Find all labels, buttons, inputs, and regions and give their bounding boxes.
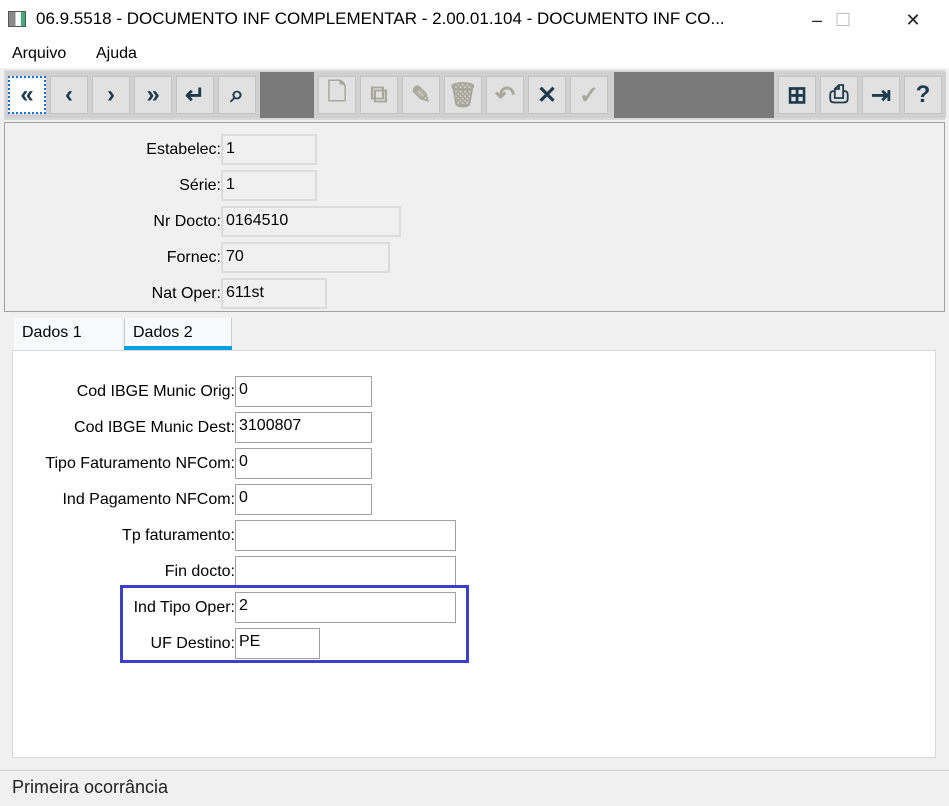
header-field-2: 0164510 xyxy=(221,206,401,237)
delete-button[interactable]: 🗑 xyxy=(444,76,482,114)
goto-button[interactable]: ↵ xyxy=(176,76,214,114)
delete-icon: 🗑 xyxy=(447,81,479,109)
field-label: Tp faturamento: xyxy=(122,527,235,544)
field-label: Nat Oper: xyxy=(151,285,221,302)
copy-button[interactable]: ⧉ xyxy=(360,76,398,114)
tab-panel-dados-2 xyxy=(12,350,936,758)
help-button[interactable]: ? xyxy=(904,76,942,114)
new-document-button[interactable]: 🗋 xyxy=(318,76,356,114)
next-button[interactable]: › xyxy=(92,76,130,114)
exit-button[interactable]: ⇥ xyxy=(862,76,900,114)
header-field-4: 611st xyxy=(221,278,327,309)
app-icon xyxy=(8,11,26,27)
header-field-1: 1 xyxy=(221,170,317,201)
undo-icon: ↶ xyxy=(494,81,516,109)
dados2-input-2[interactable]: 0 xyxy=(235,448,372,479)
new-document-icon: 🗋 xyxy=(327,78,347,106)
status-text: Primeira ocorrância xyxy=(12,777,169,797)
last-record-icon: » xyxy=(146,81,160,108)
previous-button[interactable]: ‹ xyxy=(50,76,88,114)
help-icon: ? xyxy=(915,81,931,108)
maximize-button[interactable]: ☐ xyxy=(820,0,866,40)
highlight-box xyxy=(120,585,469,663)
search-icon: ⌕ xyxy=(230,81,244,108)
print-icon: ⎙ xyxy=(829,81,849,108)
edit-icon: ✎ xyxy=(410,81,432,109)
window-title: 06.9.5518 - DOCUMENTO INF COMPLEMENTAR -… xyxy=(36,9,725,28)
header-field-0: 1 xyxy=(221,134,317,165)
field-label: Cod IBGE Munic Dest: xyxy=(74,419,235,436)
menu-ajuda[interactable]: Ajuda xyxy=(96,45,137,63)
cancel-button[interactable]: ✕ xyxy=(528,76,566,114)
field-label: Tipo Faturamento NFCom: xyxy=(45,455,235,472)
field-label: Estabelec: xyxy=(146,141,221,158)
menu-arquivo[interactable]: Arquivo xyxy=(12,45,66,63)
tree-button[interactable]: ⊞ xyxy=(778,76,816,114)
field-label: Fornec: xyxy=(166,249,221,266)
tab-dados-1[interactable]: Dados 1 xyxy=(14,318,122,350)
close-button[interactable]: ✕ xyxy=(890,0,936,40)
field-label: Série: xyxy=(179,177,221,194)
previous-icon: ‹ xyxy=(65,81,73,108)
field-label: Cod IBGE Munic Orig: xyxy=(76,383,235,400)
first-record-icon: « xyxy=(20,81,34,108)
dados2-input-0[interactable]: 0 xyxy=(235,376,372,407)
field-label: Fin docto: xyxy=(164,563,235,580)
next-icon: › xyxy=(107,81,115,108)
print-button[interactable]: ⎙ xyxy=(820,76,858,114)
confirm-button[interactable]: ✓ xyxy=(570,76,608,114)
search-button[interactable]: ⌕ xyxy=(218,76,256,114)
tree-icon: ⊞ xyxy=(786,81,808,109)
copy-icon: ⧉ xyxy=(370,81,388,108)
dados2-input-3[interactable]: 0 xyxy=(235,484,372,515)
edit-button[interactable]: ✎ xyxy=(402,76,440,114)
undo-button[interactable]: ↶ xyxy=(486,76,524,114)
field-label: Ind Pagamento NFCom: xyxy=(62,491,235,508)
goto-icon: ↵ xyxy=(184,81,206,109)
exit-icon: ⇥ xyxy=(870,81,892,109)
last-record-button[interactable]: » xyxy=(134,76,172,114)
menu-bar xyxy=(0,40,949,68)
dados2-input-1[interactable]: 3100807 xyxy=(235,412,372,443)
dados2-input-5[interactable] xyxy=(235,556,456,587)
cancel-icon: ✕ xyxy=(536,81,558,109)
first-record-button[interactable]: « xyxy=(8,76,46,114)
field-label: Nr Docto: xyxy=(153,213,221,230)
header-field-3: 70 xyxy=(221,242,390,273)
dados2-input-4[interactable] xyxy=(235,520,456,551)
confirm-icon: ✓ xyxy=(578,81,600,109)
